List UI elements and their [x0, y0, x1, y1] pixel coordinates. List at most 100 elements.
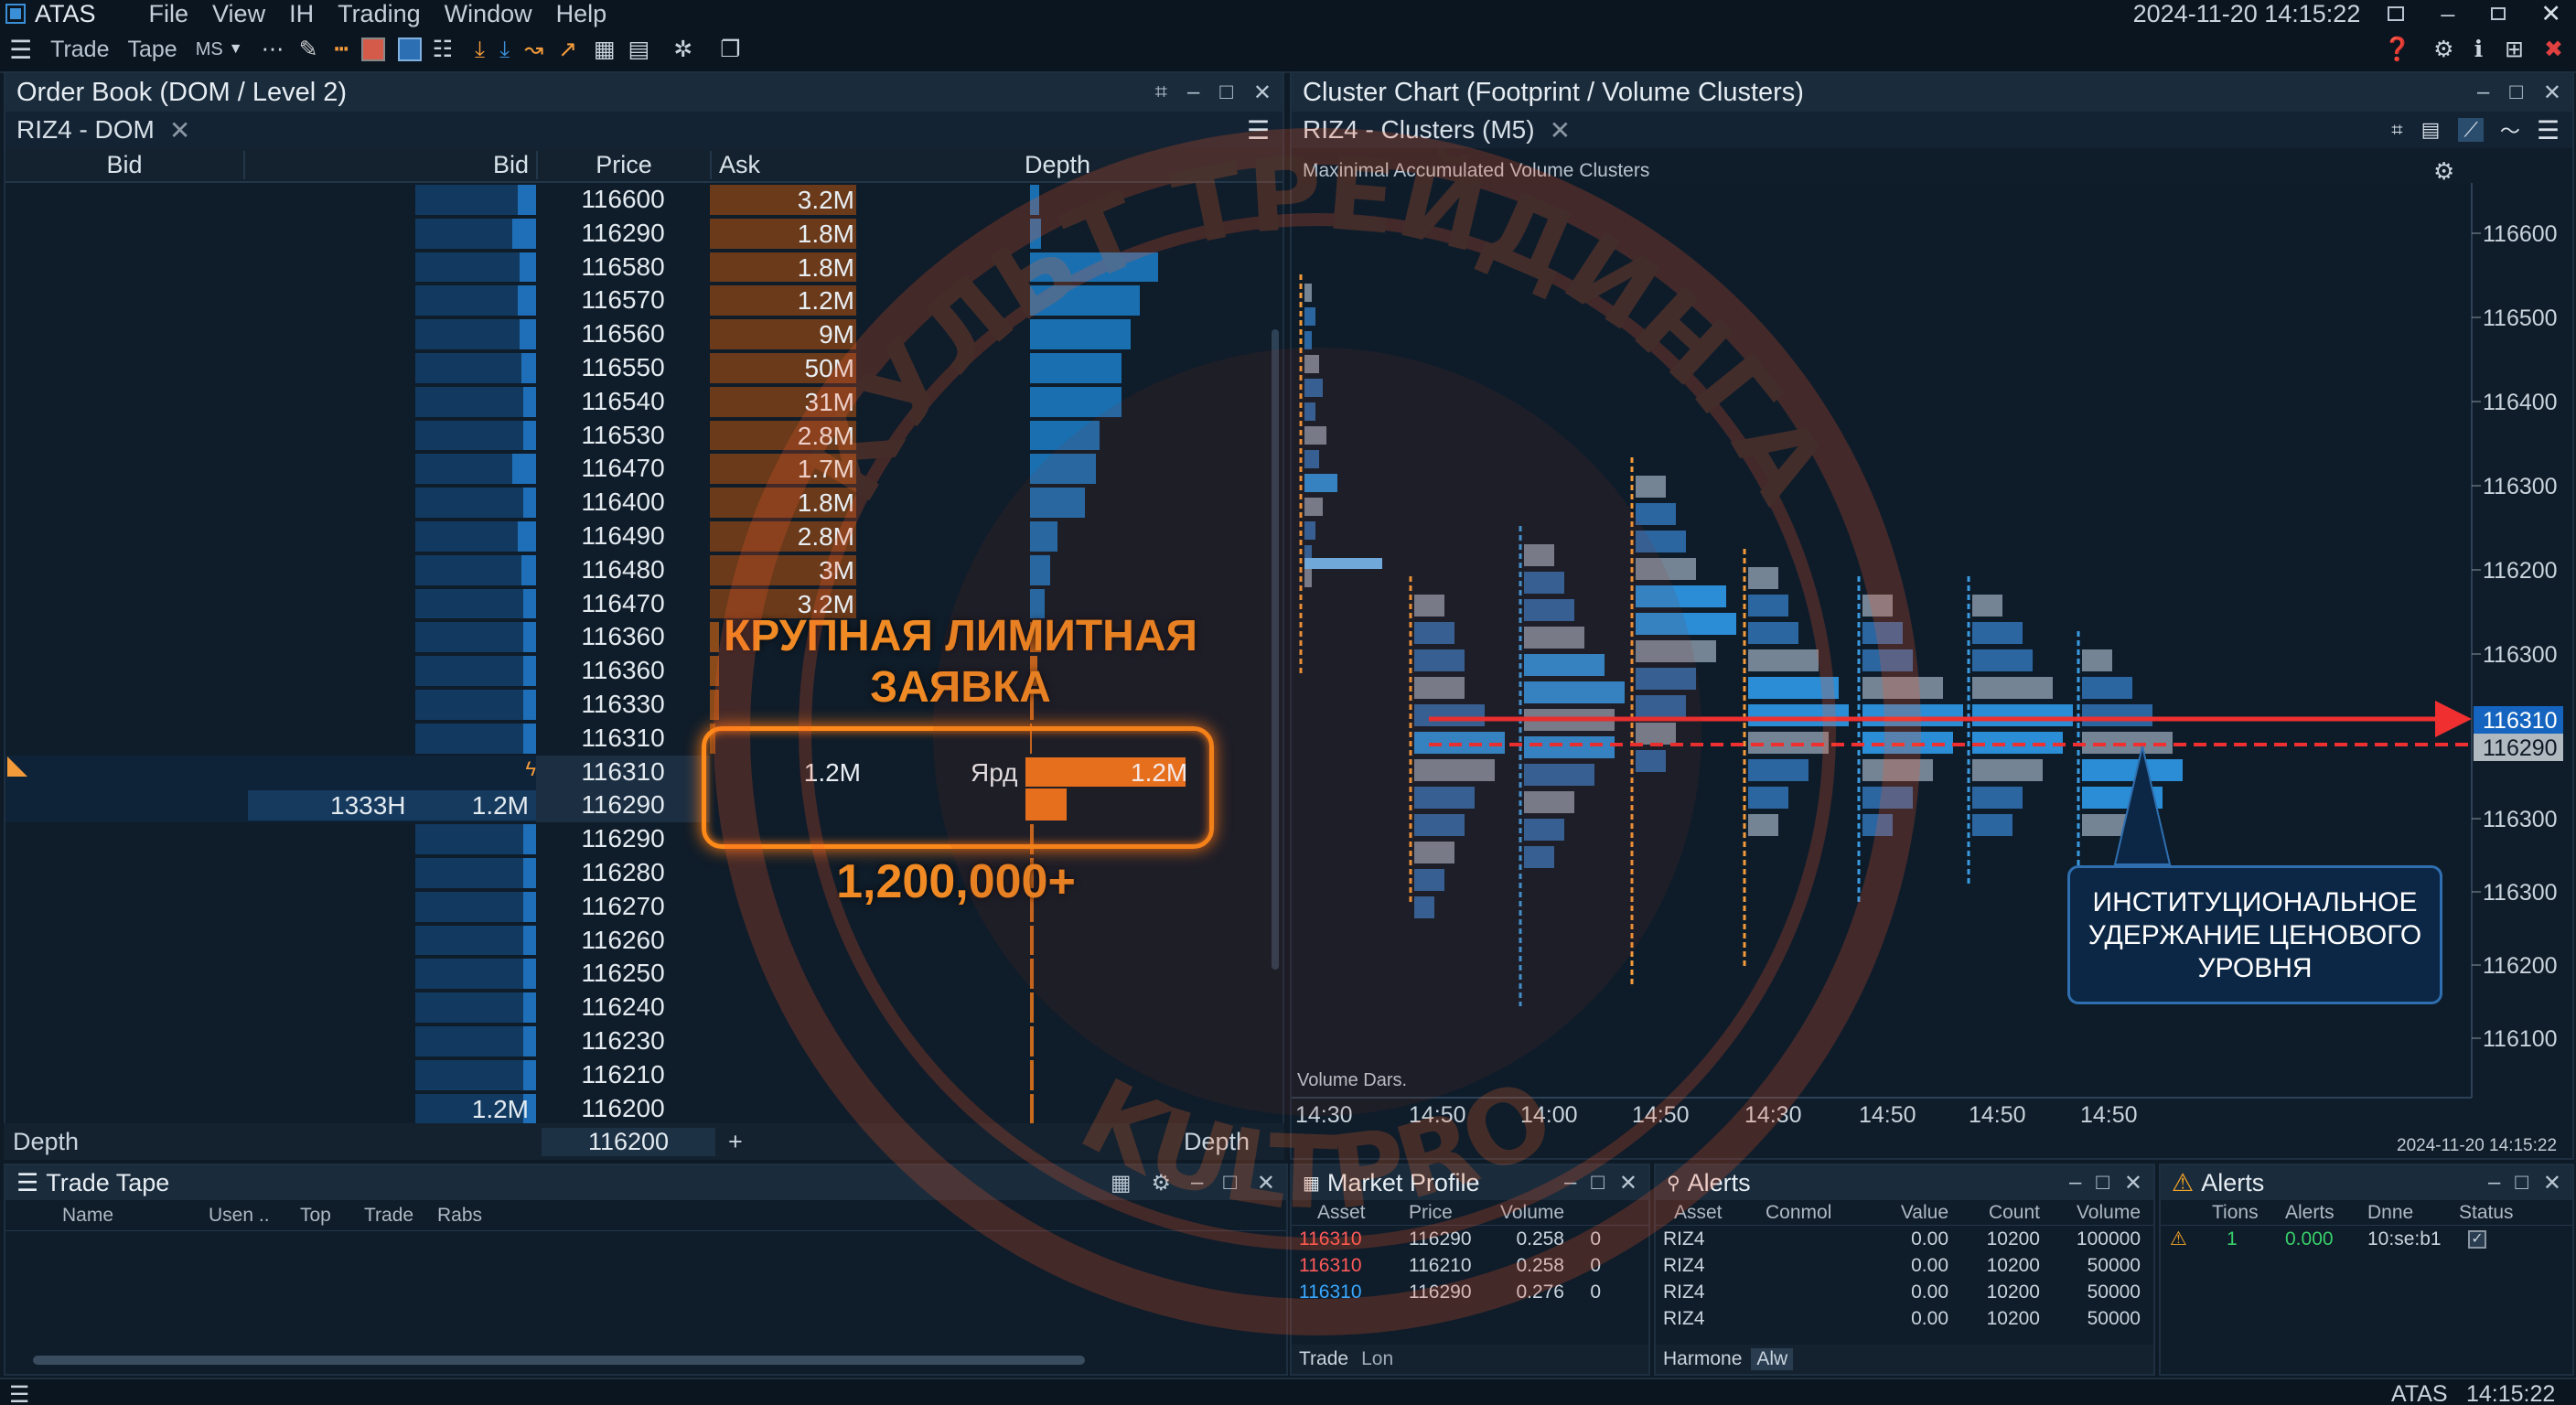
mp-row[interactable]: 116310 116290 0.258 0	[1292, 1226, 1648, 1252]
ask-cell[interactable]	[710, 1092, 1030, 1125]
dom-row[interactable]: 116580 1.8M	[5, 251, 1283, 284]
price-cell[interactable]: 116260	[536, 924, 710, 958]
price-cell[interactable]: 116540	[536, 385, 710, 419]
ask-cell[interactable]: 3M	[710, 553, 1030, 587]
menu-ih[interactable]: IH	[289, 0, 314, 28]
alerts-footer-harmone[interactable]: Harmone	[1663, 1348, 1742, 1370]
ask-cell[interactable]	[710, 924, 1030, 958]
price-cell[interactable]: 116230	[536, 1024, 710, 1058]
mp-footer-lon[interactable]: Lon	[1361, 1348, 1393, 1370]
cluster-wave-icon[interactable]: 〜	[2500, 115, 2520, 145]
bid-cell[interactable]	[5, 553, 536, 587]
arrow-up-icon[interactable]: ↗	[558, 36, 577, 63]
cluster-line-icon[interactable]: ⟋	[2458, 118, 2484, 142]
price-cell[interactable]: 116490	[536, 520, 710, 553]
bid-cell[interactable]	[5, 452, 536, 486]
price-cell[interactable]: 116240	[536, 991, 710, 1024]
cluster-calc-icon[interactable]: ▤	[2421, 118, 2441, 142]
price-cell[interactable]: 116330	[536, 688, 710, 722]
mp-col-volume[interactable]: Volume	[1500, 1202, 1583, 1224]
dom-row[interactable]: 116550 50M	[5, 351, 1283, 385]
cluster-chart[interactable]: 116600 116500 116400 116300 116200 116300 1163…	[1292, 183, 2572, 1160]
bid-cell[interactable]	[5, 620, 536, 654]
tab-close-icon[interactable]: ✕	[169, 115, 190, 145]
bid-cell[interactable]	[5, 991, 536, 1024]
bid-cell[interactable]	[5, 419, 536, 453]
a2-col-alerts[interactable]: Alerts	[2285, 1202, 2367, 1224]
trade-tape-gear-icon[interactable]: ⚙	[1152, 1170, 1172, 1196]
mp-row[interactable]: 116310 116290 0.276 0	[1292, 1279, 1648, 1305]
bid-cell[interactable]	[5, 957, 536, 991]
dom-row[interactable]: 116560 9M	[5, 317, 1283, 351]
bid-cell[interactable]	[5, 217, 536, 251]
al-col-volume[interactable]: Volume	[2040, 1202, 2141, 1224]
alert-row[interactable]: RIZ4 0.00 10200 100000	[1656, 1226, 2153, 1252]
dom-row[interactable]: 116290 1.8M	[5, 217, 1283, 251]
ask-cell[interactable]: 1.2M	[710, 284, 1030, 317]
mp-close-icon[interactable]: ✕	[1619, 1170, 1637, 1196]
cluster-tab-close-icon[interactable]: ✕	[1550, 115, 1571, 145]
dom-row[interactable]: 1.2M 116200	[5, 1092, 1283, 1125]
price-cell[interactable]: 116290	[536, 788, 710, 823]
dom-row[interactable]: 116260	[5, 924, 1283, 958]
mp-footer-trade[interactable]: Trade	[1299, 1348, 1348, 1370]
dom-add-icon[interactable]: +	[728, 1128, 1140, 1156]
price-cell[interactable]: 116550	[536, 351, 710, 385]
alerts2-row[interactable]: ⚠ 1 0.000 10:se:b1 ✓	[2161, 1226, 2572, 1252]
ask-cell[interactable]	[710, 1024, 1030, 1058]
alerts2-minimize-icon[interactable]: –	[2488, 1170, 2500, 1196]
menu-view[interactable]: View	[212, 0, 265, 28]
trade-tape-minimize-icon[interactable]: –	[1191, 1170, 1203, 1196]
mp-row[interactable]: 116310 116210 0.258 0	[1292, 1252, 1648, 1279]
window-restore-icon[interactable]	[2388, 6, 2405, 21]
dom-menu-icon[interactable]: ☰	[1247, 115, 1270, 145]
window-minimize-icon[interactable]: –	[2441, 0, 2454, 28]
dom-row[interactable]: 116480 3M	[5, 553, 1283, 587]
mp-maximize-icon[interactable]: □	[1591, 1170, 1605, 1196]
menu-window[interactable]: Window	[445, 0, 532, 28]
dom-row[interactable]: 116490 2.8M	[5, 520, 1283, 553]
arrow-down-orange-icon[interactable]: ⤓	[475, 37, 485, 63]
cluster-minimize-icon[interactable]: –	[2477, 80, 2489, 106]
dom-row[interactable]: 116230	[5, 1024, 1283, 1058]
arrow-down-blue-icon[interactable]: ⤓	[499, 37, 510, 63]
al-col-value[interactable]: Value	[1875, 1202, 1948, 1224]
alerts-footer-alw[interactable]: Alw	[1751, 1348, 1794, 1370]
close-red-icon[interactable]: ✖	[2544, 36, 2563, 63]
dom-scrollbar[interactable]	[1272, 329, 1279, 970]
dom-row[interactable]: 116400 1.8M	[5, 486, 1283, 520]
bid-cell[interactable]: ϟ	[5, 755, 536, 789]
price-cell[interactable]: 116360	[536, 654, 710, 688]
toolbar-trade[interactable]: Trade	[50, 37, 109, 63]
gamepad-icon[interactable]: ✲	[673, 36, 692, 63]
alert-row[interactable]: RIZ4 0.00 10200 50000	[1656, 1305, 2153, 1332]
trade-tape-scrollbar[interactable]	[33, 1356, 1085, 1365]
price-cell[interactable]: 116470	[536, 452, 710, 486]
alerts2-close-icon[interactable]: ✕	[2543, 1170, 2561, 1196]
dom-tab[interactable]: RIZ4 - DOM	[16, 115, 155, 145]
price-cell[interactable]: 116310	[536, 722, 710, 756]
cluster-grid-icon[interactable]: ⌗	[2391, 118, 2402, 142]
bid-cell[interactable]	[5, 654, 536, 688]
alerts-maximize-icon[interactable]: □	[2096, 1170, 2109, 1196]
grid-icon[interactable]: ▦	[594, 36, 616, 63]
columns-icon[interactable]	[397, 38, 422, 61]
info-icon[interactable]: ℹ	[2474, 36, 2484, 63]
cluster-close-icon[interactable]: ✕	[2543, 80, 2561, 106]
layout-icon[interactable]: ⊞	[2505, 36, 2524, 63]
price-cell[interactable]: 116310	[536, 755, 710, 789]
pen-icon[interactable]: ✎	[299, 36, 318, 63]
hamburger-menu-icon[interactable]: ☰	[9, 35, 32, 65]
ask-cell[interactable]: 31M	[710, 385, 1030, 419]
ask-cell[interactable]: 1.8M	[710, 486, 1030, 520]
dashline-icon[interactable]: ┅	[335, 36, 349, 63]
a2-col-dnne[interactable]: Dnne	[2367, 1202, 2459, 1224]
price-cell[interactable]: 116480	[536, 553, 710, 587]
price-cell[interactable]: 116600	[536, 183, 710, 217]
dom-row[interactable]: 116470 1.7M	[5, 452, 1283, 486]
alert-row[interactable]: RIZ4 0.00 10200 50000	[1656, 1252, 2153, 1279]
tt-col-user[interactable]: Usen ..	[209, 1205, 300, 1227]
dom-row[interactable]: 116210	[5, 1058, 1283, 1092]
ask-cell[interactable]: 9M	[710, 317, 1030, 351]
ask-cell[interactable]	[710, 1058, 1030, 1092]
